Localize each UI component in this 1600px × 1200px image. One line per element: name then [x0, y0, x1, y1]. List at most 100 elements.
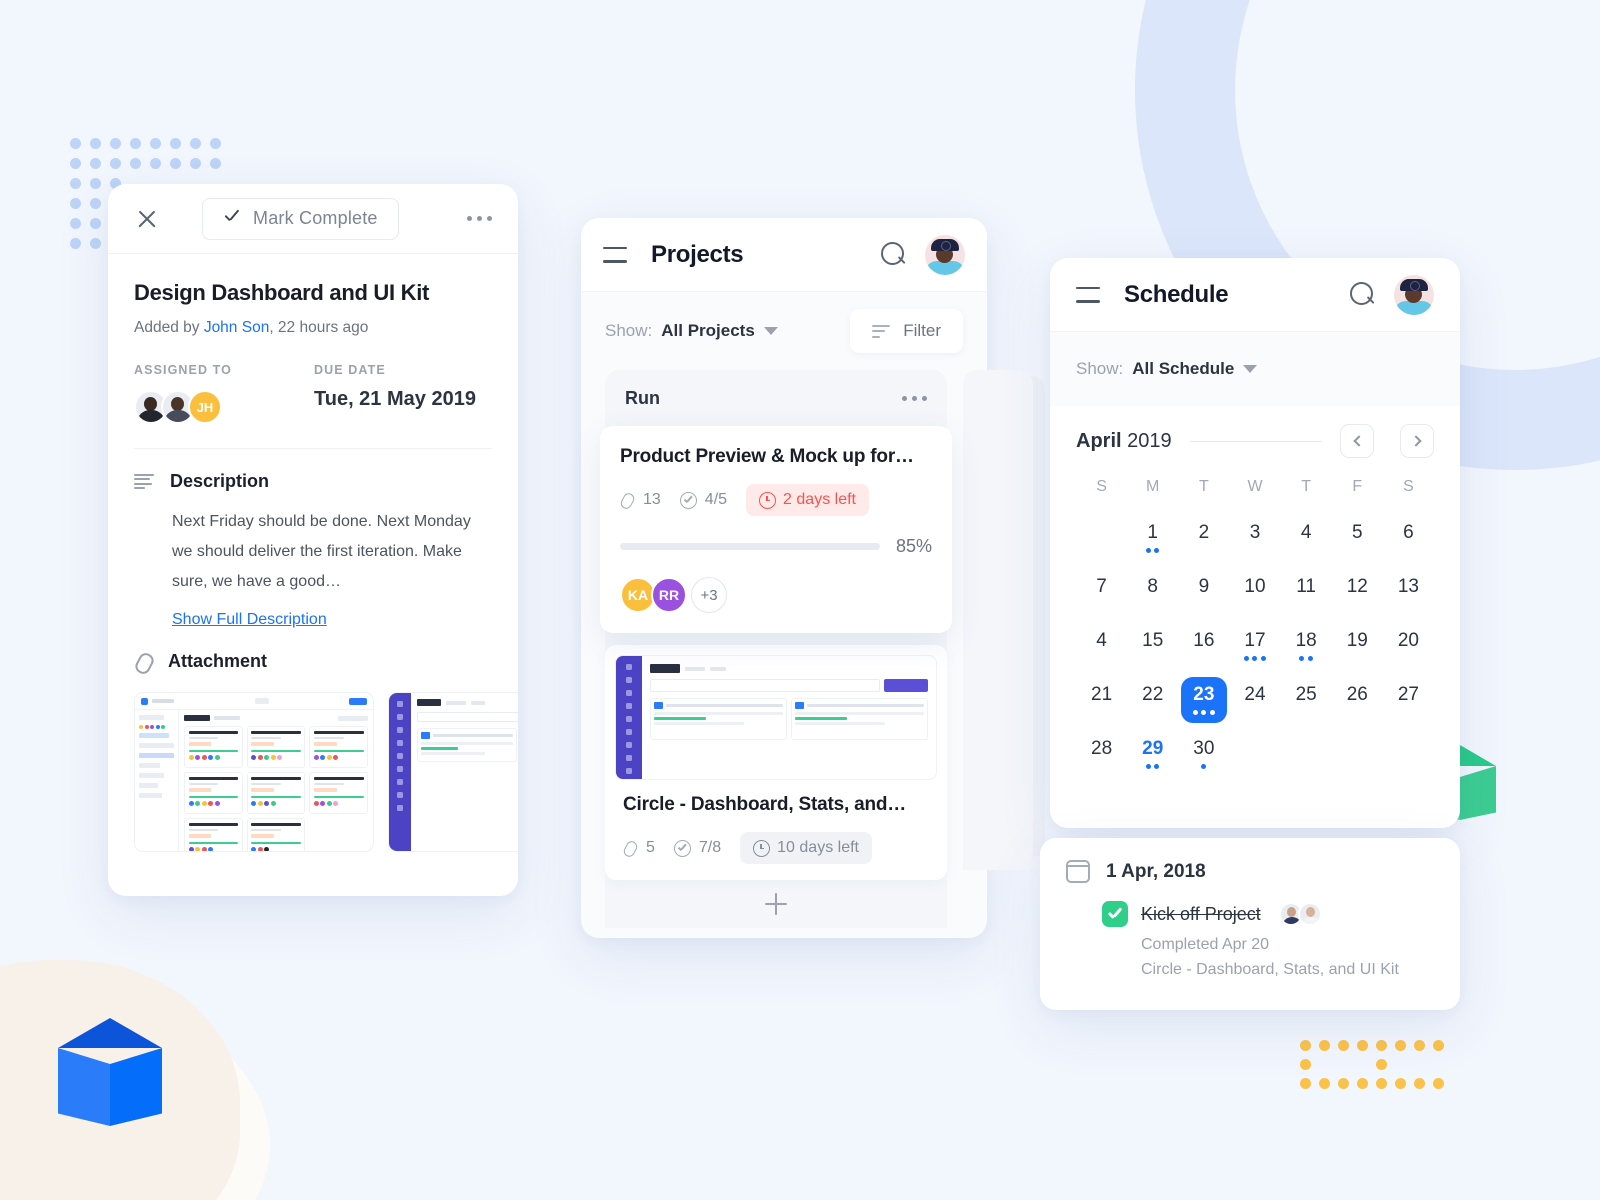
- hamburger-icon[interactable]: [603, 246, 627, 263]
- project-card-body: Circle - Dashboard, Stats, and… 5 7/8 10…: [605, 780, 947, 880]
- calendar-day[interactable]: 7: [1076, 568, 1127, 616]
- more-horizontal-icon[interactable]: [902, 395, 927, 401]
- added-prefix: Added by: [134, 319, 204, 336]
- calendar-day[interactable]: 8: [1127, 568, 1178, 616]
- calendar-day[interactable]: 3: [1229, 514, 1280, 562]
- checklist-value: 7/8: [698, 839, 722, 856]
- column-header: Run: [605, 370, 947, 426]
- chevron-down-icon: [1243, 365, 1258, 373]
- calendar-day[interactable]: 27: [1383, 676, 1434, 724]
- show-projects-dropdown[interactable]: Show: All Projects: [605, 321, 778, 341]
- avatar[interactable]: [1297, 902, 1322, 926]
- calendar-day[interactable]: 18: [1281, 622, 1332, 670]
- calendar-day[interactable]: 1: [1127, 514, 1178, 562]
- calendar-day-of-week: W: [1247, 478, 1263, 495]
- calendar-day[interactable]: 28: [1076, 730, 1127, 778]
- calendar-day[interactable]: 11: [1281, 568, 1332, 616]
- calendar-day[interactable]: 10: [1229, 568, 1280, 616]
- calendar-day[interactable]: 13: [1383, 568, 1434, 616]
- calendar-day[interactable]: 24: [1229, 676, 1280, 724]
- calendar-day[interactable]: 21: [1076, 676, 1127, 724]
- chevron-down-icon: [763, 327, 778, 335]
- mark-complete-button[interactable]: Mark Complete: [202, 197, 399, 240]
- calendar-day[interactable]: 25: [1281, 676, 1332, 724]
- avatar-initials[interactable]: JH: [188, 390, 222, 424]
- avatar-initials[interactable]: RR: [651, 577, 687, 613]
- calendar-day[interactable]: 9: [1178, 568, 1229, 616]
- calendar-day[interactable]: 22: [1127, 676, 1178, 724]
- calendar-day[interactable]: 4: [1281, 514, 1332, 562]
- event-avatars: [1278, 902, 1322, 926]
- calendar-day-number: 1: [1147, 522, 1158, 543]
- calendar-day[interactable]: 5: [1332, 514, 1383, 562]
- event-checkbox[interactable]: [1102, 901, 1128, 927]
- calendar-day-of-week: M: [1146, 478, 1160, 495]
- paperclip-icon: [623, 840, 638, 857]
- next-month-button[interactable]: [1400, 424, 1434, 458]
- calendar-day-selected[interactable]: 23: [1178, 676, 1229, 724]
- more-horizontal-icon[interactable]: [467, 216, 492, 221]
- search-icon[interactable]: [1350, 281, 1376, 308]
- calendar-day-number: 4: [1300, 522, 1312, 543]
- event-date: 1 Apr, 2018: [1106, 860, 1206, 882]
- dot-grid-yellow: [1300, 1040, 1452, 1097]
- members-overflow[interactable]: +3: [691, 577, 727, 613]
- project-card[interactable]: Product Preview & Mock up for… 13 4/5 2 …: [600, 426, 952, 633]
- calendar-day-number: 19: [1346, 630, 1368, 651]
- progress-label: 85%: [895, 536, 932, 556]
- show-full-description-link[interactable]: Show Full Description: [172, 611, 327, 629]
- plus-icon[interactable]: [765, 893, 787, 915]
- calendar-day[interactable]: 15: [1127, 622, 1178, 670]
- event-dot: [1192, 710, 1198, 715]
- projects-toolbar: Show: All Projects Filter: [581, 292, 987, 370]
- calendar-day-number: 12: [1346, 576, 1368, 597]
- calendar-day[interactable]: 4: [1076, 622, 1127, 670]
- calendar-day[interactable]: 6: [1383, 514, 1434, 562]
- add-card-row[interactable]: [605, 880, 947, 928]
- attachment-thumbnail[interactable]: [134, 692, 374, 852]
- calendar-day[interactable]: 20: [1383, 622, 1434, 670]
- filter-button[interactable]: Filter: [850, 309, 963, 353]
- calendar-day-of-week: S: [1403, 478, 1414, 495]
- calendar-day[interactable]: 19: [1332, 622, 1383, 670]
- calendar-day-number: 27: [1397, 684, 1419, 705]
- event-dot: [1145, 548, 1151, 553]
- show-schedule-dropdown[interactable]: Show: All Schedule: [1076, 359, 1258, 379]
- calendar-day-number: 3: [1249, 522, 1261, 543]
- calendar-day-number: 16: [1193, 630, 1215, 651]
- due-date-label: DUE DATE: [314, 363, 386, 377]
- avatar[interactable]: [1394, 274, 1434, 315]
- project-card[interactable]: Circle - Dashboard, Stats, and… 5 7/8 10…: [605, 645, 947, 880]
- calendar-day[interactable]: 12: [1332, 568, 1383, 616]
- prev-month-button[interactable]: [1340, 424, 1374, 458]
- calendar-day-number: 11: [1296, 576, 1316, 597]
- checklist-count: 4/5: [679, 491, 727, 509]
- event-dot: [1201, 764, 1207, 769]
- event-dot: [1145, 764, 1151, 769]
- calendar-day[interactable]: 17: [1229, 622, 1280, 670]
- attachment-thumbnail[interactable]: [388, 692, 518, 852]
- avatar[interactable]: [925, 234, 965, 275]
- calendar-day-number: 18: [1295, 630, 1317, 651]
- search-icon[interactable]: [881, 241, 907, 268]
- calendar-day[interactable]: 2: [1178, 514, 1229, 562]
- task-meta-added: Added by John Son, 22 hours ago: [134, 319, 492, 337]
- calendar-day-markers: [1192, 710, 1215, 716]
- calendar-day[interactable]: 30: [1178, 730, 1229, 778]
- project-card-meta: 5 7/8 10 days left: [623, 832, 929, 864]
- projects-title: Projects: [651, 240, 744, 268]
- event-project-text: Circle - Dashboard, Stats, and UI Kit: [1141, 961, 1399, 978]
- calendar-day[interactable]: 26: [1332, 676, 1383, 724]
- calendar-day[interactable]: 29: [1127, 730, 1178, 778]
- attachment-heading: Attachment: [168, 651, 268, 671]
- hamburger-icon[interactable]: [1076, 286, 1100, 303]
- due-date-value: Tue, 21 May 2019: [314, 388, 476, 410]
- event-dot: [1154, 764, 1160, 769]
- check-icon: [223, 210, 241, 228]
- author-link[interactable]: John Son: [204, 319, 270, 336]
- event-dot: [1243, 656, 1249, 661]
- close-icon[interactable]: [134, 206, 160, 232]
- due-badge-label: 2 days left: [783, 491, 856, 508]
- assigned-to-label: ASSIGNED TO: [134, 363, 232, 377]
- calendar-day[interactable]: 16: [1178, 622, 1229, 670]
